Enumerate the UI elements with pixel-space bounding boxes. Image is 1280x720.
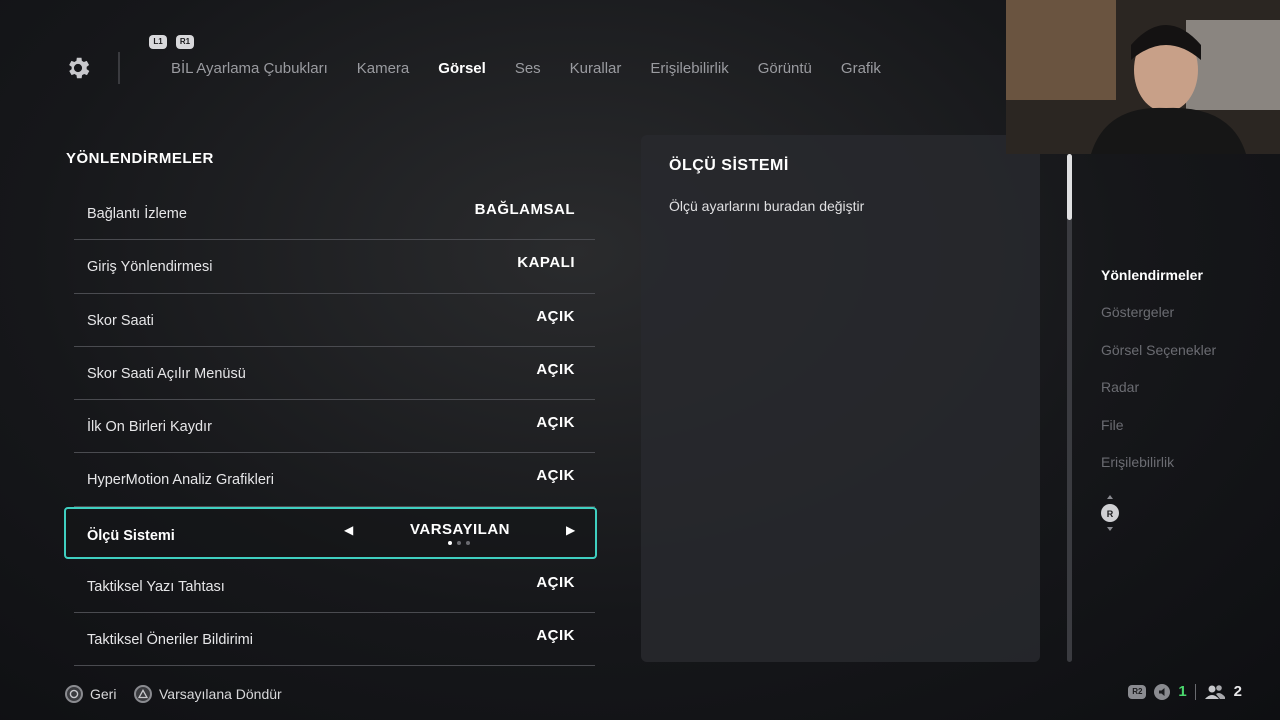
setting-label: HyperMotion Analiz Grafikleri: [87, 472, 274, 489]
setting-row-link-tracking[interactable]: Bağlantı İzleme BAĞLAMSAL: [74, 187, 595, 241]
nav-item-visual-options[interactable]: Görsel Seçenekler: [1101, 342, 1216, 379]
setting-value: AÇIK: [536, 360, 575, 378]
l1-bumper-icon: L1: [149, 35, 167, 49]
scrollbar[interactable]: [1067, 154, 1072, 662]
tab-visual[interactable]: Görsel: [438, 60, 486, 77]
setting-row-input-guidance[interactable]: Giriş Yönlendirmesi KAPALI: [74, 240, 595, 294]
setting-row-hypermotion-graphics[interactable]: HyperMotion Analiz Grafikleri AÇIK: [74, 453, 595, 507]
tab-graphics[interactable]: Grafik: [841, 60, 881, 77]
setting-row-measurement-system[interactable]: Ölçü Sistemi ◀ VARSAYILAN ▶: [64, 506, 597, 559]
tab-camera[interactable]: Kamera: [357, 60, 410, 77]
reset-default-hint[interactable]: Varsayılana Döndür: [134, 685, 282, 703]
r2-button-icon: R2: [1128, 684, 1147, 699]
players-icon: [1204, 684, 1225, 699]
setting-row-starting-eleven-scroll[interactable]: İlk On Birleri Kaydır AÇIK: [74, 400, 595, 454]
speaker-icon: [1154, 683, 1171, 700]
section-title: YÖNLENDİRMELER: [66, 150, 214, 167]
description-panel: ÖLÇÜ SİSTEMİ Ölçü ayarlarını buradan değ…: [641, 135, 1040, 662]
nav-item-accessibility[interactable]: Erişilebilirlik: [1101, 454, 1216, 491]
setting-value: BAĞLAMSAL: [474, 201, 575, 218]
nav-item-guidance[interactable]: Yönlendirmeler: [1101, 267, 1216, 304]
setting-label: Giriş Yönlendirmesi: [87, 259, 213, 276]
setting-row-tactical-suggestions[interactable]: Taktiksel Öneriler Bildirimi AÇIK: [74, 613, 595, 667]
setting-value: AÇIK: [536, 573, 575, 591]
tab-rules[interactable]: Kurallar: [570, 60, 622, 77]
setting-label: Taktiksel Öneriler Bildirimi: [87, 632, 253, 649]
setting-label: Taktiksel Yazı Tahtası: [87, 578, 225, 595]
setting-label: Skor Saati: [87, 312, 154, 329]
tab-bil-sliders[interactable]: BİL Ayarlama Çubukları: [171, 60, 328, 77]
setting-value: KAPALI: [517, 254, 575, 272]
setting-value: AÇIK: [536, 627, 575, 645]
tab-accessibility[interactable]: Erişilebilirlik: [650, 60, 728, 77]
setting-value: AÇIK: [536, 307, 575, 325]
arrow-left-icon[interactable]: ◀: [344, 523, 353, 537]
webcam-person-image: [1006, 0, 1280, 154]
setting-value: AÇIK: [536, 414, 575, 432]
right-stick-icon: R: [1101, 495, 1119, 531]
option-dot: [448, 540, 452, 545]
setting-label: İlk On Birleri Kaydır: [87, 419, 212, 436]
status-divider: [1194, 683, 1196, 700]
nav-item-indicators[interactable]: Göstergeler: [1101, 304, 1216, 341]
r1-bumper-icon: R1: [176, 35, 194, 49]
setting-value: VARSAYILAN: [409, 520, 511, 538]
triangle-button-icon: [134, 685, 152, 703]
reset-default-label: Varsayılana Döndür: [159, 686, 282, 702]
option-dot: [466, 540, 470, 545]
setting-row-tactical-whiteboard[interactable]: Taktiksel Yazı Tahtası AÇIK: [74, 560, 595, 614]
tab-display[interactable]: Görüntü: [758, 60, 812, 77]
description-title: ÖLÇÜ SİSTEMİ: [669, 157, 789, 174]
settings-gear-icon[interactable]: [64, 54, 92, 82]
scrollbar-thumb[interactable]: [1067, 154, 1072, 220]
team-count: 1: [1178, 683, 1187, 700]
back-label: Geri: [90, 686, 117, 702]
webcam-overlay: [1006, 0, 1280, 154]
players-count: 2: [1233, 683, 1242, 700]
section-nav: Yönlendirmeler Göstergeler Görsel Seçene…: [1101, 267, 1216, 491]
option-page-dots: [448, 540, 470, 545]
arrow-right-icon[interactable]: ▶: [566, 523, 575, 537]
nav-item-radar[interactable]: Radar: [1101, 379, 1216, 416]
back-hint[interactable]: Geri: [65, 685, 116, 703]
settings-tabs: BİL Ayarlama Çubukları Kamera Görsel Ses…: [171, 60, 910, 77]
description-text: Ölçü ayarlarını buradan değiştir: [669, 198, 865, 214]
header-divider: [118, 52, 120, 84]
setting-label: Ölçü Sistemi: [87, 527, 175, 544]
setting-row-score-clock[interactable]: Skor Saati AÇIK: [74, 294, 595, 347]
status-bar: R2 1 2: [1128, 683, 1242, 700]
tab-audio[interactable]: Ses: [515, 60, 541, 77]
setting-row-score-clock-popup[interactable]: Skor Saati Açılır Menüsü AÇIK: [74, 347, 595, 401]
settings-list: Bağlantı İzleme BAĞLAMSAL Giriş Yönlendi…: [64, 187, 597, 667]
setting-label: Skor Saati Açılır Menüsü: [87, 365, 246, 382]
setting-value: AÇIK: [536, 467, 575, 485]
option-dot: [457, 540, 461, 545]
right-stick-label: R: [1107, 509, 1114, 519]
circle-button-icon: [65, 685, 83, 703]
nav-item-file[interactable]: File: [1101, 417, 1216, 454]
setting-label: Bağlantı İzleme: [87, 206, 187, 222]
